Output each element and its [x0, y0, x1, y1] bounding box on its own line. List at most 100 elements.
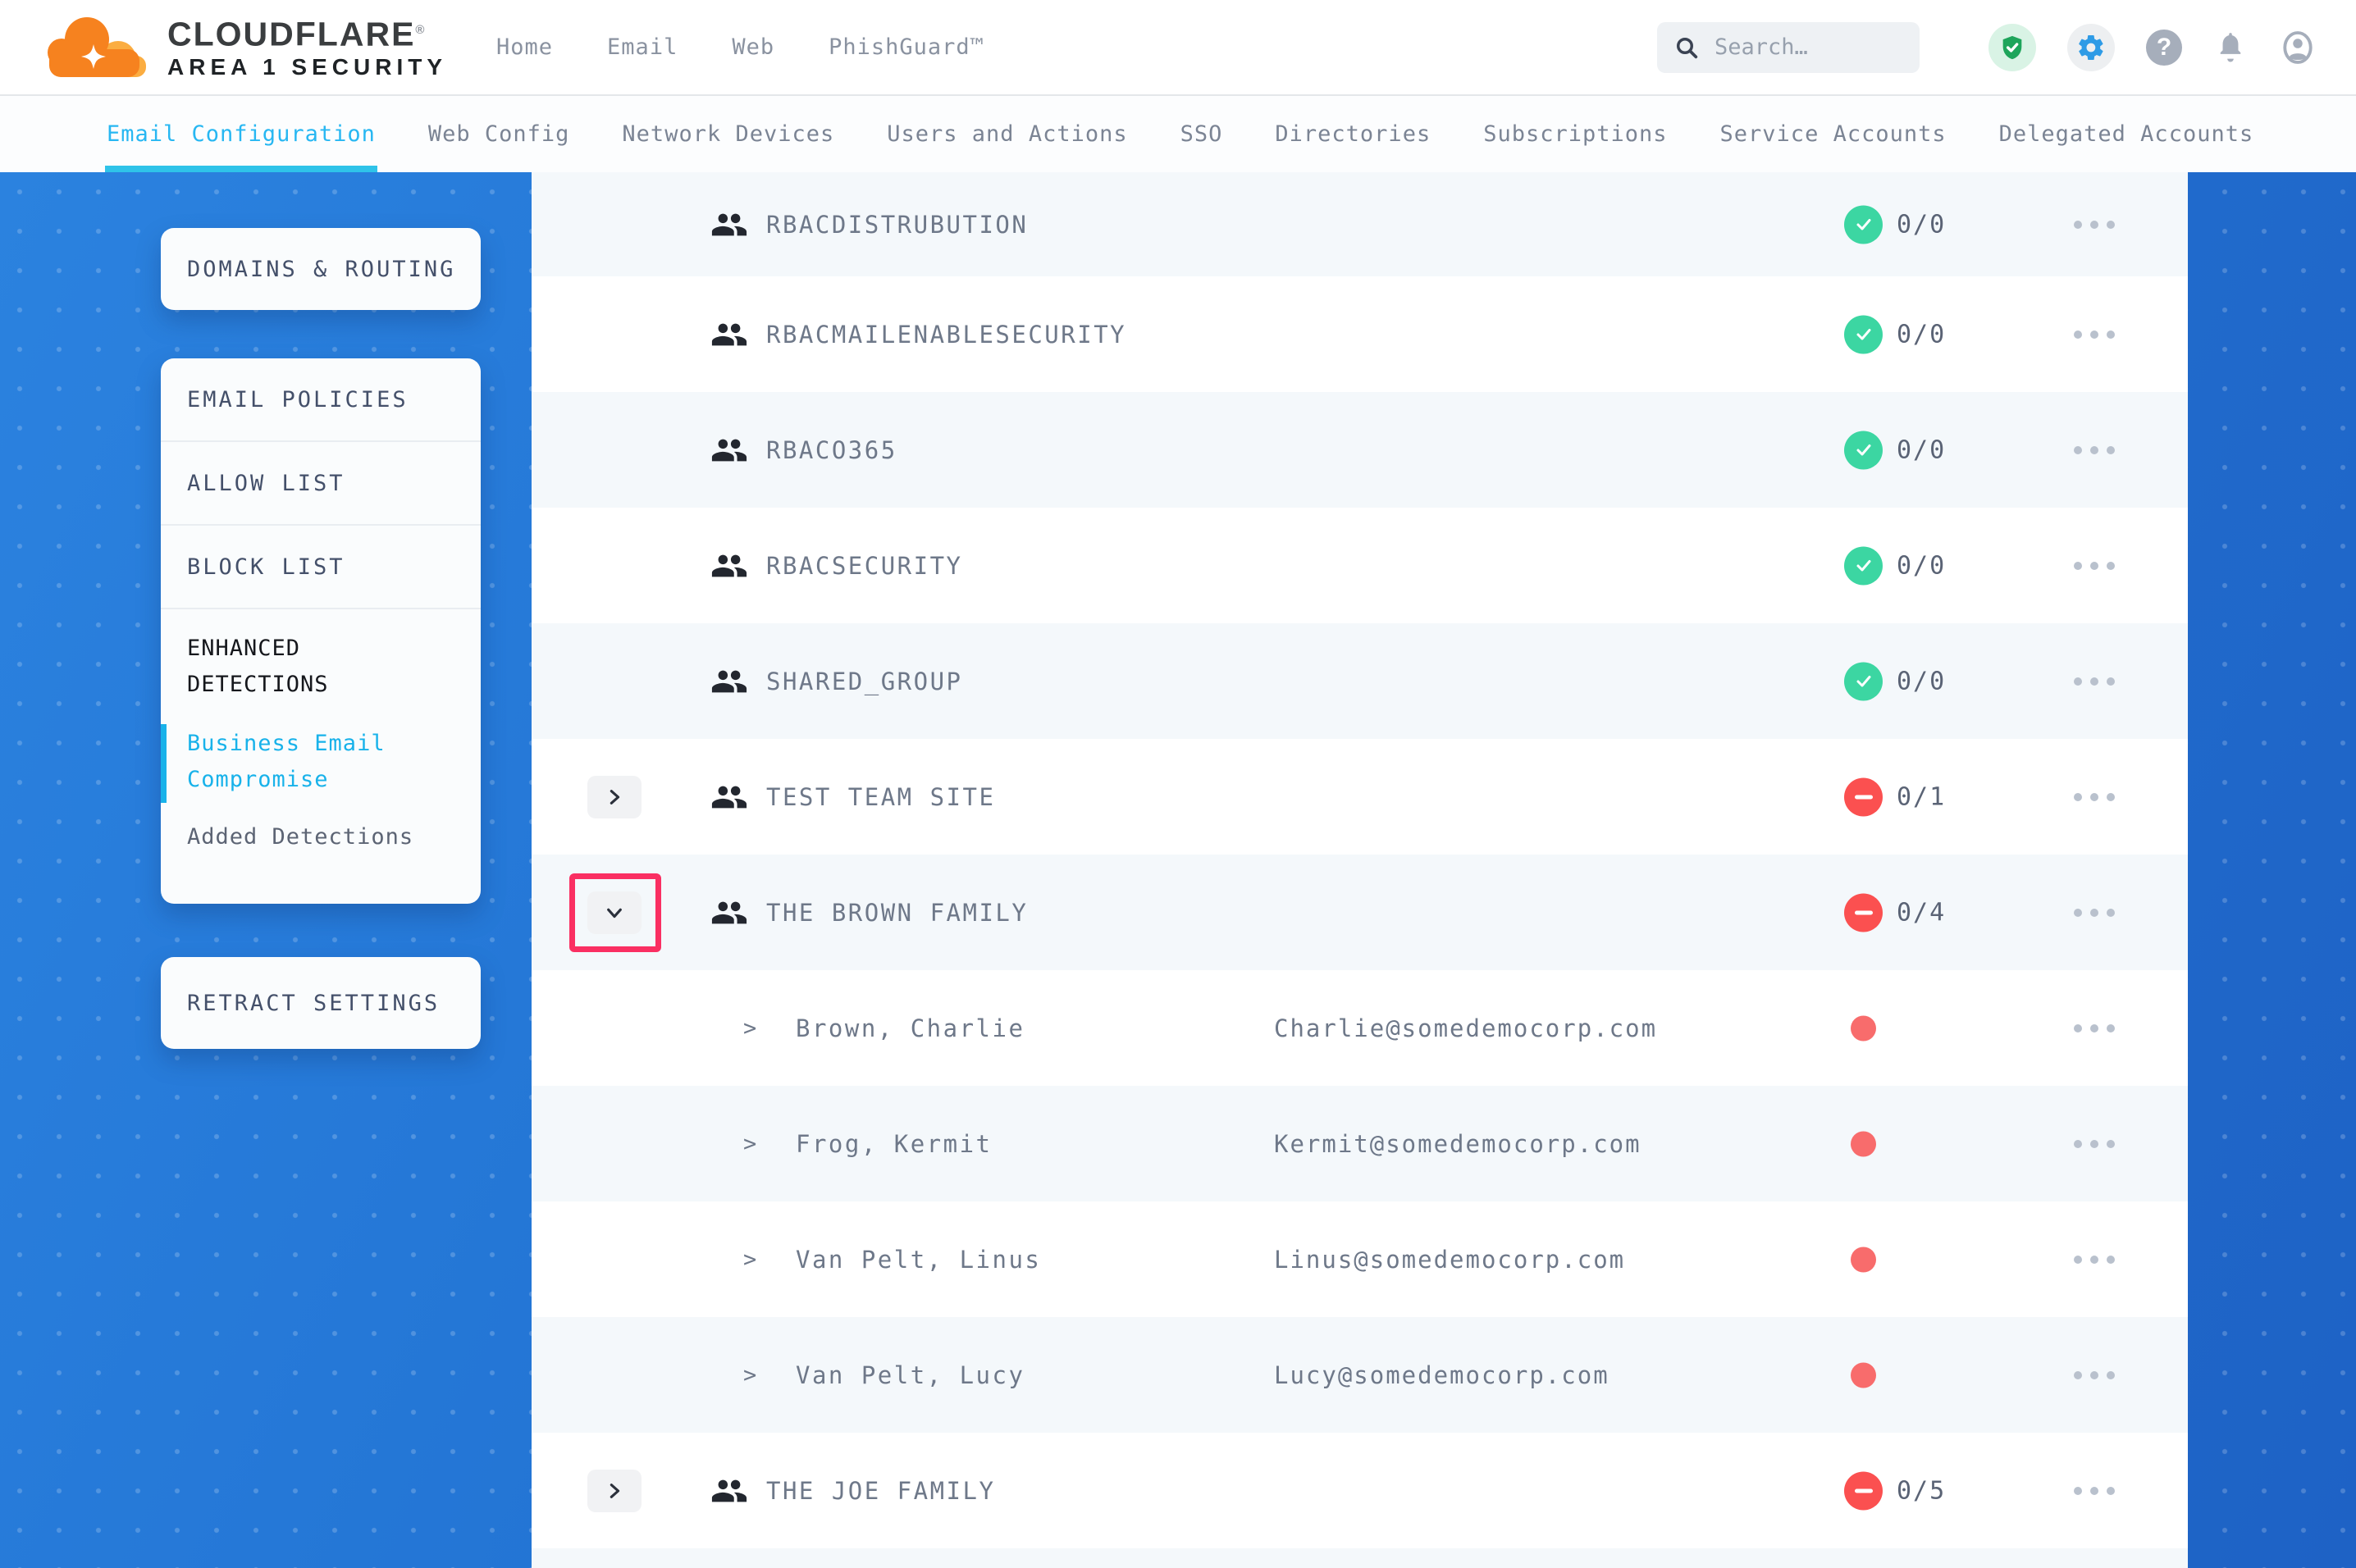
- group-icon: [710, 547, 748, 585]
- status-ok-badge: [1844, 431, 1883, 469]
- table-row: > Van Pelt, Linus Linus@somedemocorp.com: [532, 1201, 2188, 1317]
- brand-text: CLOUDFLARE® AREA 1 SECURITY: [167, 12, 447, 82]
- security-shield-icon[interactable]: [1988, 24, 2036, 71]
- sidebar-item-allow-list[interactable]: ALLOW LIST: [161, 442, 481, 526]
- member-count: 0/4: [1897, 898, 1946, 927]
- status-blocked-badge: [1844, 777, 1883, 816]
- table-row: > Frog, Kermit Kermit@somedemocorp.com: [532, 1086, 2188, 1201]
- tab-network-devices[interactable]: Network Devices: [622, 96, 834, 172]
- status-ok-badge: [1844, 205, 1883, 244]
- row-actions-button[interactable]: [2045, 315, 2144, 354]
- group-name: SHARED_GROUP: [766, 668, 963, 695]
- status-dot-red: [1851, 1015, 1876, 1041]
- row-actions-button[interactable]: [2045, 1471, 2144, 1511]
- search-input[interactable]: [1714, 34, 1903, 60]
- row-actions-button[interactable]: [2045, 1124, 2144, 1164]
- row-actions-button[interactable]: [2045, 431, 2144, 470]
- search-box[interactable]: [1657, 22, 1920, 73]
- sidebar-card-domains-routing[interactable]: DOMAINS & ROUTING: [161, 228, 481, 310]
- row-actions-button[interactable]: [2045, 662, 2144, 701]
- group-name: TEST TEAM SITE: [766, 783, 995, 811]
- group-icon: [710, 894, 748, 932]
- row-actions-button[interactable]: [2045, 777, 2144, 817]
- group-icon: [710, 206, 748, 244]
- tab-directories[interactable]: Directories: [1275, 96, 1431, 172]
- group-name: THE BROWN FAMILY: [766, 899, 1028, 927]
- table-row: RBACO365 0/0: [532, 392, 2188, 508]
- sidebar-item-business-email-compromise[interactable]: Business Email Compromise: [187, 726, 481, 798]
- member-count: 0/0: [1897, 551, 1946, 580]
- enhanced-detections-title: ENHANCED DETECTIONS: [187, 631, 481, 703]
- member-name: Van Pelt, Lucy: [796, 1361, 1025, 1389]
- row-actions-button[interactable]: [2045, 893, 2144, 932]
- member-count: 0/0: [1897, 320, 1946, 349]
- chevron-right-icon: [605, 788, 623, 806]
- sidebar-item-added-detections[interactable]: Added Detections: [187, 824, 481, 850]
- app-header: CLOUDFLARE® AREA 1 SECURITY Home Email W…: [0, 0, 2356, 96]
- table-row: > Brown, Charlie Charlie@somedemocorp.co…: [532, 970, 2188, 1086]
- expand-member-chevron[interactable]: >: [743, 1247, 756, 1272]
- member-count: 0/0: [1897, 667, 1946, 695]
- main-content-area: DOMAINS & ROUTING EMAIL POLICIES ALLOW L…: [0, 172, 2356, 1568]
- account-avatar-icon[interactable]: [2279, 29, 2317, 66]
- tab-email-configuration[interactable]: Email Configuration: [107, 96, 376, 172]
- header-right: ?: [1657, 22, 2317, 73]
- group-name: RBACDISTRUBUTION: [766, 211, 1028, 239]
- nav-item-phishguard[interactable]: PhishGuard™: [829, 34, 984, 60]
- groups-table: RBACDISTRUBUTION 0/0 RBACMAILENABLESECUR…: [532, 172, 2188, 1568]
- settings-gear-icon[interactable]: [2067, 24, 2115, 71]
- cloudflare-area1-logo[interactable]: CLOUDFLARE® AREA 1 SECURITY: [39, 8, 447, 87]
- group-name: RBACMAILENABLESECURITY: [766, 321, 1126, 349]
- tab-delegated-accounts[interactable]: Delegated Accounts: [1999, 96, 2254, 172]
- tab-web-config[interactable]: Web Config: [428, 96, 570, 172]
- nav-item-email[interactable]: Email: [607, 34, 678, 60]
- status-ok-badge: [1844, 546, 1883, 585]
- member-count: 0/1: [1897, 782, 1946, 811]
- tab-users-and-actions[interactable]: Users and Actions: [887, 96, 1127, 172]
- config-tabs-bar: Email Configuration Web Config Network D…: [0, 96, 2356, 172]
- member-count: 0/0: [1897, 435, 1946, 464]
- collapse-group-button[interactable]: [587, 891, 642, 934]
- table-row: TEST TEAM SITE 0/1: [532, 739, 2188, 855]
- group-icon: [710, 316, 748, 353]
- row-actions-button[interactable]: [2045, 546, 2144, 586]
- notifications-bell-icon[interactable]: [2213, 30, 2248, 65]
- help-icon[interactable]: ?: [2146, 30, 2182, 66]
- row-actions-button[interactable]: [2045, 1356, 2144, 1395]
- status-ok-badge: [1844, 315, 1883, 353]
- table-row: RBACSECURITY 0/0: [532, 508, 2188, 623]
- table-row: THE JOE FAMILY 0/5: [532, 1433, 2188, 1548]
- expand-member-chevron[interactable]: >: [743, 1362, 756, 1388]
- group-name: THE JOE FAMILY: [766, 1477, 995, 1505]
- status-ok-badge: [1844, 662, 1883, 700]
- top-nav: Home Email Web PhishGuard™: [496, 34, 1039, 60]
- member-email: Kermit@somedemocorp.com: [1274, 1130, 1641, 1158]
- brand-name: CLOUDFLARE®: [167, 12, 447, 52]
- table-row: RBACDISTRUBUTION 0/0: [532, 172, 2188, 276]
- expand-member-chevron[interactable]: >: [743, 1015, 756, 1041]
- nav-item-home[interactable]: Home: [496, 34, 553, 60]
- nav-item-web[interactable]: Web: [732, 34, 774, 60]
- search-icon: [1673, 34, 1700, 61]
- tab-service-accounts[interactable]: Service Accounts: [1720, 96, 1947, 172]
- sidebar-item-email-policies[interactable]: EMAIL POLICIES: [161, 358, 481, 442]
- group-icon: [710, 431, 748, 469]
- tab-subscriptions[interactable]: Subscriptions: [1483, 96, 1667, 172]
- expand-member-chevron[interactable]: >: [743, 1131, 756, 1156]
- row-actions-button[interactable]: [2045, 205, 2144, 244]
- row-actions-button[interactable]: [2045, 1240, 2144, 1279]
- registered-mark: ®: [415, 23, 426, 37]
- member-name: Brown, Charlie: [796, 1014, 1025, 1042]
- expand-group-button[interactable]: [587, 1470, 642, 1512]
- sidebar-item-block-list[interactable]: BLOCK LIST: [161, 526, 481, 609]
- row-actions-button[interactable]: [2045, 1009, 2144, 1048]
- member-count: 0/5: [1897, 1476, 1946, 1505]
- member-email: Linus@somedemocorp.com: [1274, 1246, 1625, 1274]
- status-blocked-badge: [1844, 893, 1883, 932]
- status-dot-red: [1851, 1131, 1876, 1156]
- expand-group-button[interactable]: [587, 776, 642, 818]
- sidebar-card-retract-settings[interactable]: RETRACT SETTINGS: [161, 957, 481, 1049]
- active-item-indicator-bar: [161, 724, 167, 803]
- chevron-down-icon: [605, 904, 623, 922]
- tab-sso[interactable]: SSO: [1180, 96, 1223, 172]
